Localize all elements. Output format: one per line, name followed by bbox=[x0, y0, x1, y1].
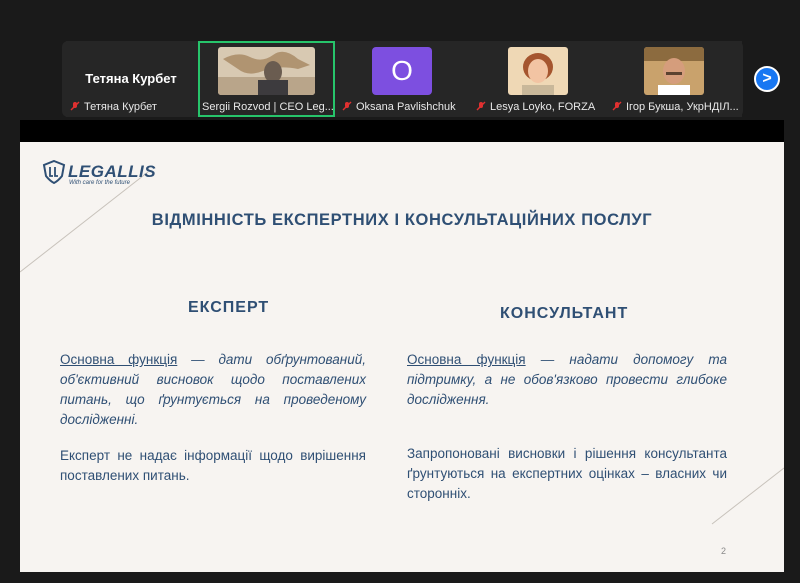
participant-label: Sergii Rozvod | CEO Leg... bbox=[202, 101, 334, 113]
next-page-button[interactable]: > bbox=[754, 66, 780, 92]
participant-name-bar: Ігор Букша, УкрНДІЛ... bbox=[608, 100, 742, 114]
page-number: 2 bbox=[720, 546, 726, 556]
share-toolbar-area bbox=[20, 120, 784, 142]
slide-title: ВІДМІННІСТЬ ЕКСПЕРТНИХ І КОНСУЛЬТАЦІЙНИХ… bbox=[151, 211, 653, 229]
participant-name-bar: Тетяна Курбет bbox=[66, 100, 196, 114]
participant-photo bbox=[508, 47, 568, 95]
participant-tile-5[interactable]: Ігор Букша, УкрНДІЛ... bbox=[608, 41, 742, 117]
right-heading: КОНСУЛЬТАНТ bbox=[500, 305, 629, 322]
shared-slide: LEGALLIS With care for the future ВІДМІН… bbox=[20, 142, 784, 572]
participant-tile-3[interactable]: O Oksana Pavlishchuk bbox=[338, 41, 468, 117]
participant-tile-1[interactable]: Тетяна Курбет Тетяна Курбет bbox=[66, 41, 196, 117]
video-feed-image bbox=[218, 47, 315, 95]
participant-display-name: Тетяна Курбет bbox=[85, 71, 177, 86]
participant-label: Oksana Pavlishchuk bbox=[356, 101, 456, 113]
logo-tagline: With care for the future bbox=[69, 180, 130, 186]
participant-name-bar: Sergii Rozvod | CEO Leg... bbox=[198, 100, 335, 114]
avatar: O bbox=[372, 47, 432, 95]
right-label: Основна функція bbox=[407, 352, 526, 367]
logo-name: LEGALLIS bbox=[68, 162, 157, 181]
mic-muted-icon bbox=[342, 101, 352, 111]
participant-tile-4[interactable]: Lesya Loyko, FORZA bbox=[472, 41, 602, 117]
mic-muted-icon bbox=[612, 101, 622, 111]
participant-label: Lesya Loyko, FORZA bbox=[490, 101, 596, 113]
participant-tile-2[interactable]: Sergii Rozvod | CEO Leg... bbox=[198, 41, 335, 117]
right-paragraph-2: Запропоновані висновки і рішення консуль… bbox=[407, 446, 727, 501]
participant-name-bar: Oksana Pavlishchuk bbox=[338, 100, 468, 114]
mic-muted-icon bbox=[70, 101, 80, 111]
left-paragraph-2: Експерт не надає інформації щодо вирішен… bbox=[60, 448, 366, 483]
participant-name-bar: Lesya Loyko, FORZA bbox=[472, 100, 602, 114]
participant-photo bbox=[644, 47, 704, 95]
shield-logo-icon bbox=[42, 160, 66, 184]
right-paragraph-1: Основна функція — надати допомогу та під… bbox=[407, 350, 727, 410]
left-paragraph-1: Основна функція — дати обґрунтований, об… bbox=[60, 350, 366, 430]
left-label: Основна функція bbox=[60, 352, 178, 367]
participant-label: Ігор Букша, УкрНДІЛ... bbox=[626, 101, 739, 113]
participant-label: Тетяна Курбет bbox=[84, 101, 157, 113]
left-heading: ЕКСПЕРТ bbox=[188, 299, 270, 316]
mic-muted-icon bbox=[476, 101, 486, 111]
